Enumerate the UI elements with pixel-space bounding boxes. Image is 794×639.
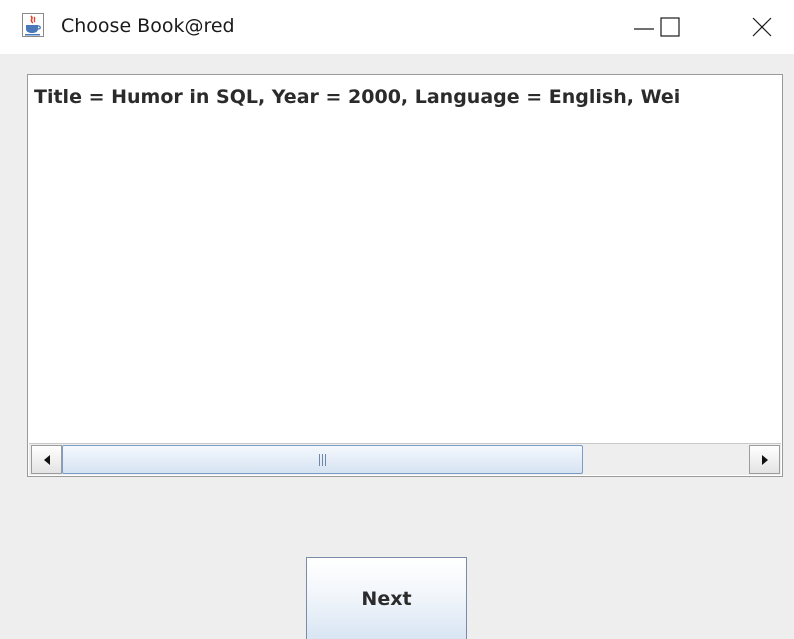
triangle-left-icon (43, 454, 50, 465)
scroll-right-button[interactable] (749, 445, 780, 474)
triangle-right-icon (761, 454, 768, 465)
horizontal-scrollbar[interactable] (29, 443, 781, 475)
java-cup-icon (22, 13, 44, 37)
list-item[interactable]: Title = Humor in SQL, Year = 2000, Langu… (34, 83, 782, 111)
scrollbar-thumb[interactable] (62, 445, 583, 474)
book-list[interactable]: Title = Humor in SQL, Year = 2000, Langu… (27, 74, 783, 477)
maximize-button[interactable] (642, 0, 698, 54)
scroll-left-button[interactable] (31, 445, 62, 474)
close-button[interactable] (734, 0, 790, 54)
grip-icon (319, 453, 326, 466)
next-button[interactable]: Next (306, 557, 467, 639)
maximize-icon (660, 17, 680, 37)
window-title: Choose Book@red (61, 15, 235, 37)
close-icon (752, 17, 772, 37)
title-bar: Choose Book@red (0, 0, 794, 54)
